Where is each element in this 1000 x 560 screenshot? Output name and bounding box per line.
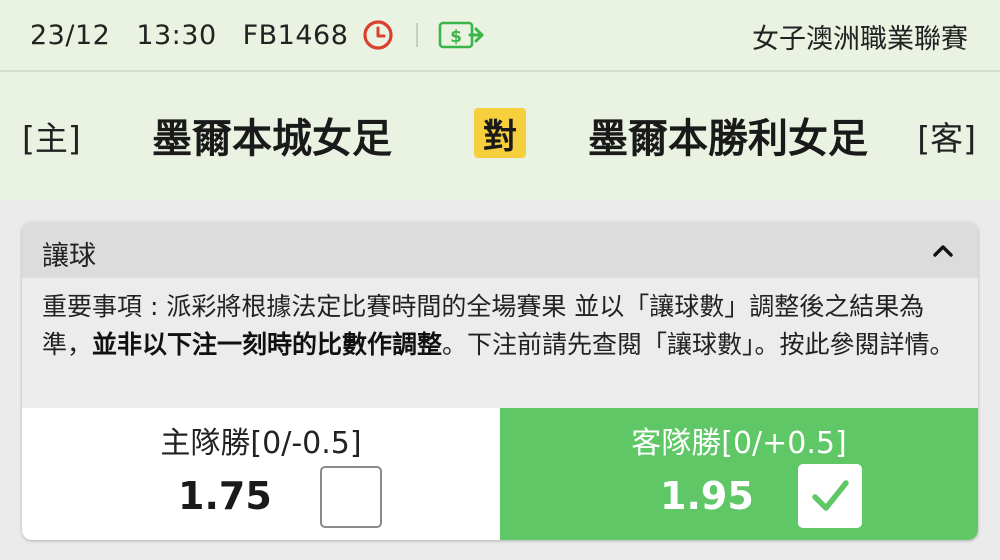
league-name: 女子澳洲職業聯賽 [752, 23, 968, 55]
home-team-name: 墨爾本城女足 [152, 116, 392, 162]
away-win-option[interactable]: 客隊勝[0/+0.5] 1.95 [500, 408, 978, 540]
match-header: 23/12 13:30 FB1468 $ 女子澳洲職業聯賽 [主] 墨爾本城女足… [0, 0, 1000, 200]
divider [416, 23, 419, 47]
match-id: FB1468 [242, 19, 349, 51]
teams-row: [主] 墨爾本城女足 對 墨爾本勝利女足 [客] [0, 74, 1000, 200]
checkmark-icon [812, 480, 849, 511]
away-win-checkbox[interactable] [798, 464, 862, 528]
home-win-checkbox[interactable] [320, 466, 382, 528]
chevron-up-icon[interactable] [930, 238, 956, 264]
cash-out-icon[interactable]: $ [438, 18, 486, 52]
vs-badge: 對 [474, 108, 526, 158]
option-odds: 1.75 [178, 474, 272, 518]
card-title: 讓球 [42, 241, 96, 272]
home-win-option[interactable]: 主隊勝[0/-0.5] 1.75 [22, 408, 500, 540]
important-notice[interactable]: 重要事項 : 派彩將根據法定比賽時間的全場賽果 並以「讓球數」調整後之結果為準，… [42, 288, 962, 364]
match-date: 23/12 [30, 19, 111, 51]
away-tag: [客] [917, 119, 976, 158]
notice-bold-text: 並非以下注一刻時的比數作調整 [92, 330, 443, 359]
home-tag: [主] [22, 119, 81, 158]
option-odds: 1.95 [660, 474, 754, 518]
handicap-bet-card: 讓球 重要事項 : 派彩將根據法定比賽時間的全場賽果 並以「讓球數」調整後之結果… [22, 222, 978, 540]
option-label: 主隊勝[0/-0.5] [160, 426, 362, 461]
match-time: 13:30 [136, 19, 217, 51]
option-label: 客隊勝[0/+0.5] [631, 426, 847, 461]
notice-text-end: 。下注前請先查閱「讓球數」。按此參閱詳情。 [442, 330, 955, 359]
card-header[interactable]: 讓球 [22, 222, 978, 278]
clock-icon [363, 20, 394, 50]
away-team-name: 墨爾本勝利女足 [588, 116, 868, 162]
match-info-row: 23/12 13:30 FB1468 $ 女子澳洲職業聯賽 [0, 0, 1000, 72]
svg-text:$: $ [450, 27, 462, 47]
match-meta: 23/12 13:30 FB1468 $ [0, 18, 486, 52]
